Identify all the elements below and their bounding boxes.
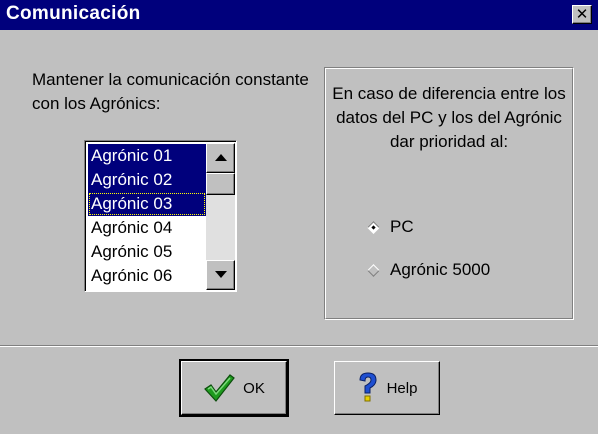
title-bar[interactable]: Comunicación ✕: [0, 0, 598, 30]
radio-pc[interactable]: PC: [367, 215, 414, 239]
list-item[interactable]: Agrónic 03: [88, 192, 206, 216]
priority-description: En caso de diferencia entre los datos de…: [332, 84, 566, 151]
separator: [0, 345, 598, 347]
agronics-listbox[interactable]: Agrónic 01 Agrónic 02 Agrónic 03 Agrónic…: [84, 140, 237, 292]
question-mark-icon: [357, 371, 379, 405]
radio-agronic-label[interactable]: Agrónic 5000: [390, 260, 490, 280]
ok-button[interactable]: OK: [179, 359, 289, 417]
radio-checked-icon[interactable]: [367, 220, 380, 234]
radio-pc-label[interactable]: PC: [390, 217, 414, 237]
list-scrollbar[interactable]: [206, 143, 235, 290]
scroll-thumb[interactable]: [206, 173, 235, 195]
checkmark-icon: [203, 373, 236, 403]
window-title: Comunicación: [6, 3, 141, 24]
agronics-list-label: Mantener la comunicación constante con l…: [32, 70, 309, 113]
radio-unchecked-icon[interactable]: [367, 263, 380, 277]
priority-groupbox: En caso de diferencia entre los datos de…: [324, 67, 574, 320]
list-item[interactable]: Agrónic 06: [88, 264, 206, 288]
ok-label: OK: [243, 379, 265, 397]
list-item[interactable]: Agrónic 04: [88, 216, 206, 240]
list-item[interactable]: Agrónic 02: [88, 168, 206, 192]
close-button[interactable]: ✕: [572, 5, 592, 24]
radio-agronic-5000[interactable]: Agrónic 5000: [367, 258, 490, 282]
scroll-up-button[interactable]: [206, 143, 235, 173]
help-button[interactable]: Help: [334, 361, 440, 415]
scroll-down-button[interactable]: [206, 260, 235, 290]
arrow-down-icon: [215, 271, 227, 278]
help-label: Help: [386, 379, 418, 397]
arrow-up-icon: [215, 154, 227, 161]
close-icon: ✕: [575, 5, 589, 23]
list-item[interactable]: Agrónic 01: [88, 144, 206, 168]
list-item[interactable]: Agrónic 05: [88, 240, 206, 264]
